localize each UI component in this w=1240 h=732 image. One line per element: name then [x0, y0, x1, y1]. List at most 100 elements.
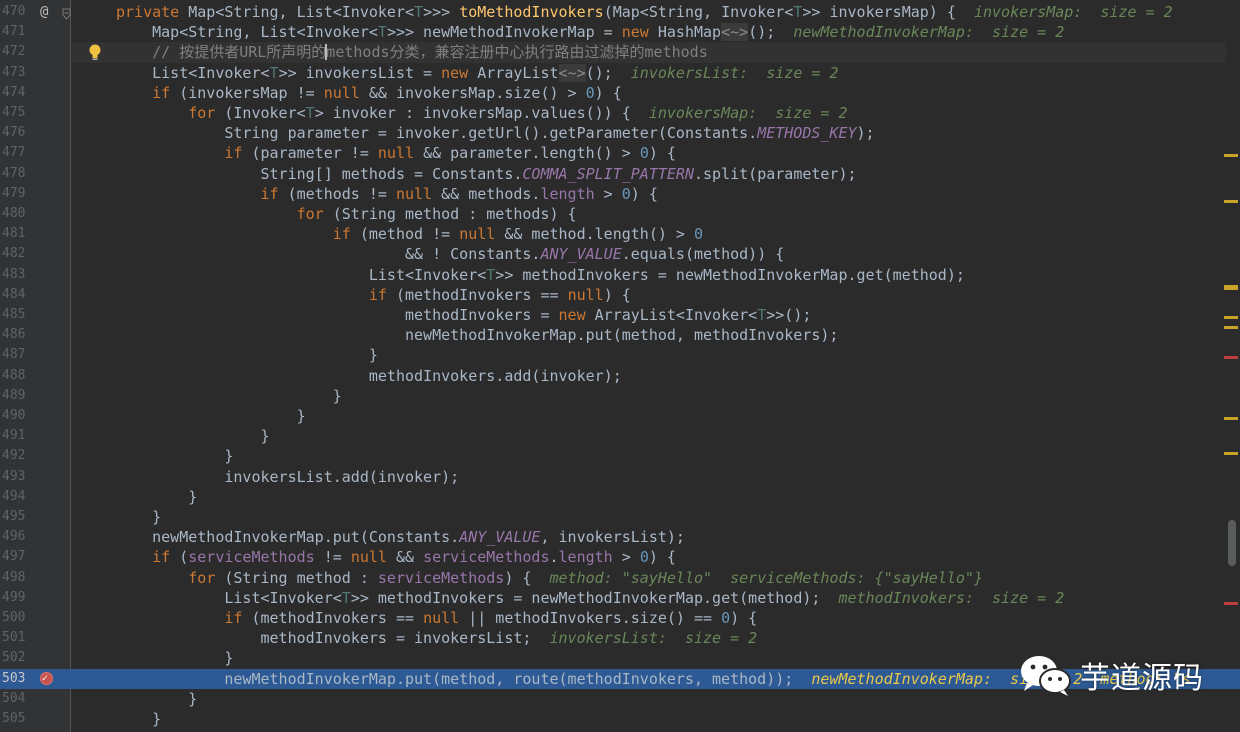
code-text[interactable]: }: [116, 406, 306, 426]
code-line[interactable]: 493 invokersList.add(invoker);: [0, 467, 1240, 487]
code-line[interactable]: 472 // 按提供者URL所声明的methods分类，兼容注册中心执行路由过滤…: [0, 42, 1240, 63]
code-line[interactable]: 478 String[] methods = Constants.COMMA_S…: [0, 164, 1240, 184]
error-mark[interactable]: [1224, 602, 1238, 605]
code-line[interactable]: 481 if (method != null && method.length(…: [0, 224, 1240, 244]
code-line[interactable]: 498 for (String method : serviceMethods)…: [0, 568, 1240, 588]
code-line[interactable]: 501 methodInvokers = invokersList; invok…: [0, 628, 1240, 648]
code-text[interactable]: && ! Constants.ANY_VALUE.equals(method))…: [116, 244, 784, 264]
code-line[interactable]: 499 List<Invoker<T>> methodInvokers = ne…: [0, 588, 1240, 608]
code-line[interactable]: 470 private Map<String, List<Invoker<T>>>…: [0, 2, 1240, 22]
line-number[interactable]: 473: [2, 63, 30, 83]
warning-mark[interactable]: [1224, 154, 1238, 157]
code-text[interactable]: methodInvokers = new ArrayList<Invoker<T…: [116, 305, 811, 325]
warning-mark[interactable]: [1224, 285, 1238, 290]
code-line[interactable]: 491 }: [0, 426, 1240, 446]
code-text[interactable]: methodInvokers = invokersList; invokersL…: [116, 628, 757, 648]
code-text[interactable]: }: [116, 345, 378, 365]
code-text[interactable]: String[] methods = Constants.COMMA_SPLIT…: [116, 164, 856, 184]
code-text[interactable]: if (methodInvokers == null || methodInvo…: [116, 608, 757, 628]
code-line[interactable]: 489 }: [0, 386, 1240, 406]
code-text[interactable]: if (invokersMap != null && invokersMap.s…: [116, 83, 622, 103]
code-line[interactable]: 487 }: [0, 345, 1240, 365]
code-text[interactable]: if (method != null && method.length() > …: [116, 224, 703, 244]
code-text[interactable]: for (Invoker<T> invoker : invokersMap.va…: [116, 103, 847, 123]
code-text[interactable]: String parameter = invoker.getUrl().getP…: [116, 123, 874, 143]
line-number[interactable]: 498: [2, 568, 30, 588]
line-number[interactable]: 493: [2, 467, 30, 487]
code-text[interactable]: }: [116, 487, 197, 507]
code-text[interactable]: newMethodInvokerMap.put(method, methodIn…: [116, 325, 838, 345]
line-number[interactable]: 503: [2, 669, 30, 689]
error-mark[interactable]: [1224, 356, 1238, 359]
code-text[interactable]: }: [116, 446, 233, 466]
code-text[interactable]: if (serviceMethods != null && serviceMet…: [116, 547, 676, 567]
code-line[interactable]: 490 }: [0, 406, 1240, 426]
code-text[interactable]: }: [116, 648, 233, 668]
line-number[interactable]: 480: [2, 204, 30, 224]
code-line[interactable]: 483 List<Invoker<T>> methodInvokers = ne…: [0, 265, 1240, 285]
code-line[interactable]: 486 newMethodInvokerMap.put(method, meth…: [0, 325, 1240, 345]
fold-marker-icon[interactable]: [62, 5, 71, 20]
code-line[interactable]: 475 for (Invoker<T> invoker : invokersMa…: [0, 103, 1240, 123]
code-line[interactable]: 474 if (invokersMap != null && invokersM…: [0, 83, 1240, 103]
warning-mark[interactable]: [1224, 452, 1238, 455]
line-number[interactable]: 485: [2, 305, 30, 325]
code-line[interactable]: 471 Map<String, List<Invoker<T>>> newMet…: [0, 22, 1240, 42]
code-text[interactable]: }: [116, 426, 269, 446]
code-line[interactable]: 496 newMethodInvokerMap.put(Constants.AN…: [0, 527, 1240, 547]
code-text[interactable]: if (parameter != null && parameter.lengt…: [116, 143, 676, 163]
code-text[interactable]: invokersList.add(invoker);: [116, 467, 459, 487]
code-line[interactable]: 494 }: [0, 487, 1240, 507]
error-stripe-scrollbar[interactable]: [1224, 0, 1238, 732]
code-line[interactable]: 500 if (methodInvokers == null || method…: [0, 608, 1240, 628]
line-number[interactable]: 489: [2, 386, 30, 406]
warning-mark[interactable]: [1224, 200, 1238, 203]
code-line[interactable]: 484 if (methodInvokers == null) {: [0, 285, 1240, 305]
warning-mark[interactable]: [1224, 417, 1238, 420]
line-number[interactable]: 499: [2, 588, 30, 608]
line-number[interactable]: 479: [2, 184, 30, 204]
line-number[interactable]: 478: [2, 164, 30, 184]
code-line[interactable]: 473 List<Invoker<T>> invokersList = new …: [0, 63, 1240, 83]
code-text[interactable]: List<Invoker<T>> invokersList = new Arra…: [116, 63, 839, 83]
line-number[interactable]: 476: [2, 123, 30, 143]
line-number[interactable]: 494: [2, 487, 30, 507]
code-text[interactable]: }: [116, 507, 161, 527]
code-line[interactable]: 482 && ! Constants.ANY_VALUE.equals(meth…: [0, 244, 1240, 264]
line-number[interactable]: 504: [2, 689, 30, 709]
warning-mark[interactable]: [1224, 316, 1238, 319]
line-number[interactable]: 481: [2, 224, 30, 244]
code-line[interactable]: 476 String parameter = invoker.getUrl().…: [0, 123, 1240, 143]
code-line[interactable]: 505 }: [0, 709, 1240, 729]
code-line[interactable]: 492 }: [0, 446, 1240, 466]
code-text[interactable]: if (methodInvokers == null) {: [116, 285, 631, 305]
code-text[interactable]: methodInvokers.add(invoker);: [116, 366, 622, 386]
line-number[interactable]: 471: [2, 22, 30, 42]
code-text[interactable]: List<Invoker<T>> methodInvokers = newMet…: [116, 265, 965, 285]
code-text[interactable]: // 按提供者URL所声明的methods分类，兼容注册中心执行路由过滤掉的me…: [116, 42, 708, 62]
line-number[interactable]: 495: [2, 507, 30, 527]
code-text[interactable]: for (String method : methods) {: [116, 204, 577, 224]
code-text[interactable]: }: [116, 689, 197, 709]
line-number[interactable]: 488: [2, 366, 30, 386]
scrollbar-thumb[interactable]: [1228, 520, 1236, 566]
code-text[interactable]: Map<String, List<Invoker<T>>> newMethodI…: [116, 22, 1064, 42]
code-editor[interactable]: 470 private Map<String, List<Invoker<T>>>…: [0, 0, 1240, 732]
breakpoint-icon[interactable]: [40, 669, 53, 689]
warning-mark[interactable]: [1224, 326, 1238, 329]
line-number[interactable]: 474: [2, 83, 30, 103]
code-text[interactable]: }: [116, 386, 342, 406]
line-number[interactable]: 482: [2, 244, 30, 264]
code-line[interactable]: 479 if (methods != null && methods.lengt…: [0, 184, 1240, 204]
line-number[interactable]: 472: [2, 42, 30, 62]
line-number[interactable]: 484: [2, 285, 30, 305]
line-number[interactable]: 502: [2, 648, 30, 668]
code-text[interactable]: newMethodInvokerMap.put(Constants.ANY_VA…: [116, 527, 685, 547]
code-text[interactable]: for (String method : serviceMethods) { m…: [116, 568, 983, 588]
line-number[interactable]: 500: [2, 608, 30, 628]
line-number[interactable]: 505: [2, 709, 30, 729]
code-line[interactable]: 497 if (serviceMethods != null && servic…: [0, 547, 1240, 567]
line-number[interactable]: 486: [2, 325, 30, 345]
line-number[interactable]: 497: [2, 547, 30, 567]
line-number[interactable]: 483: [2, 265, 30, 285]
